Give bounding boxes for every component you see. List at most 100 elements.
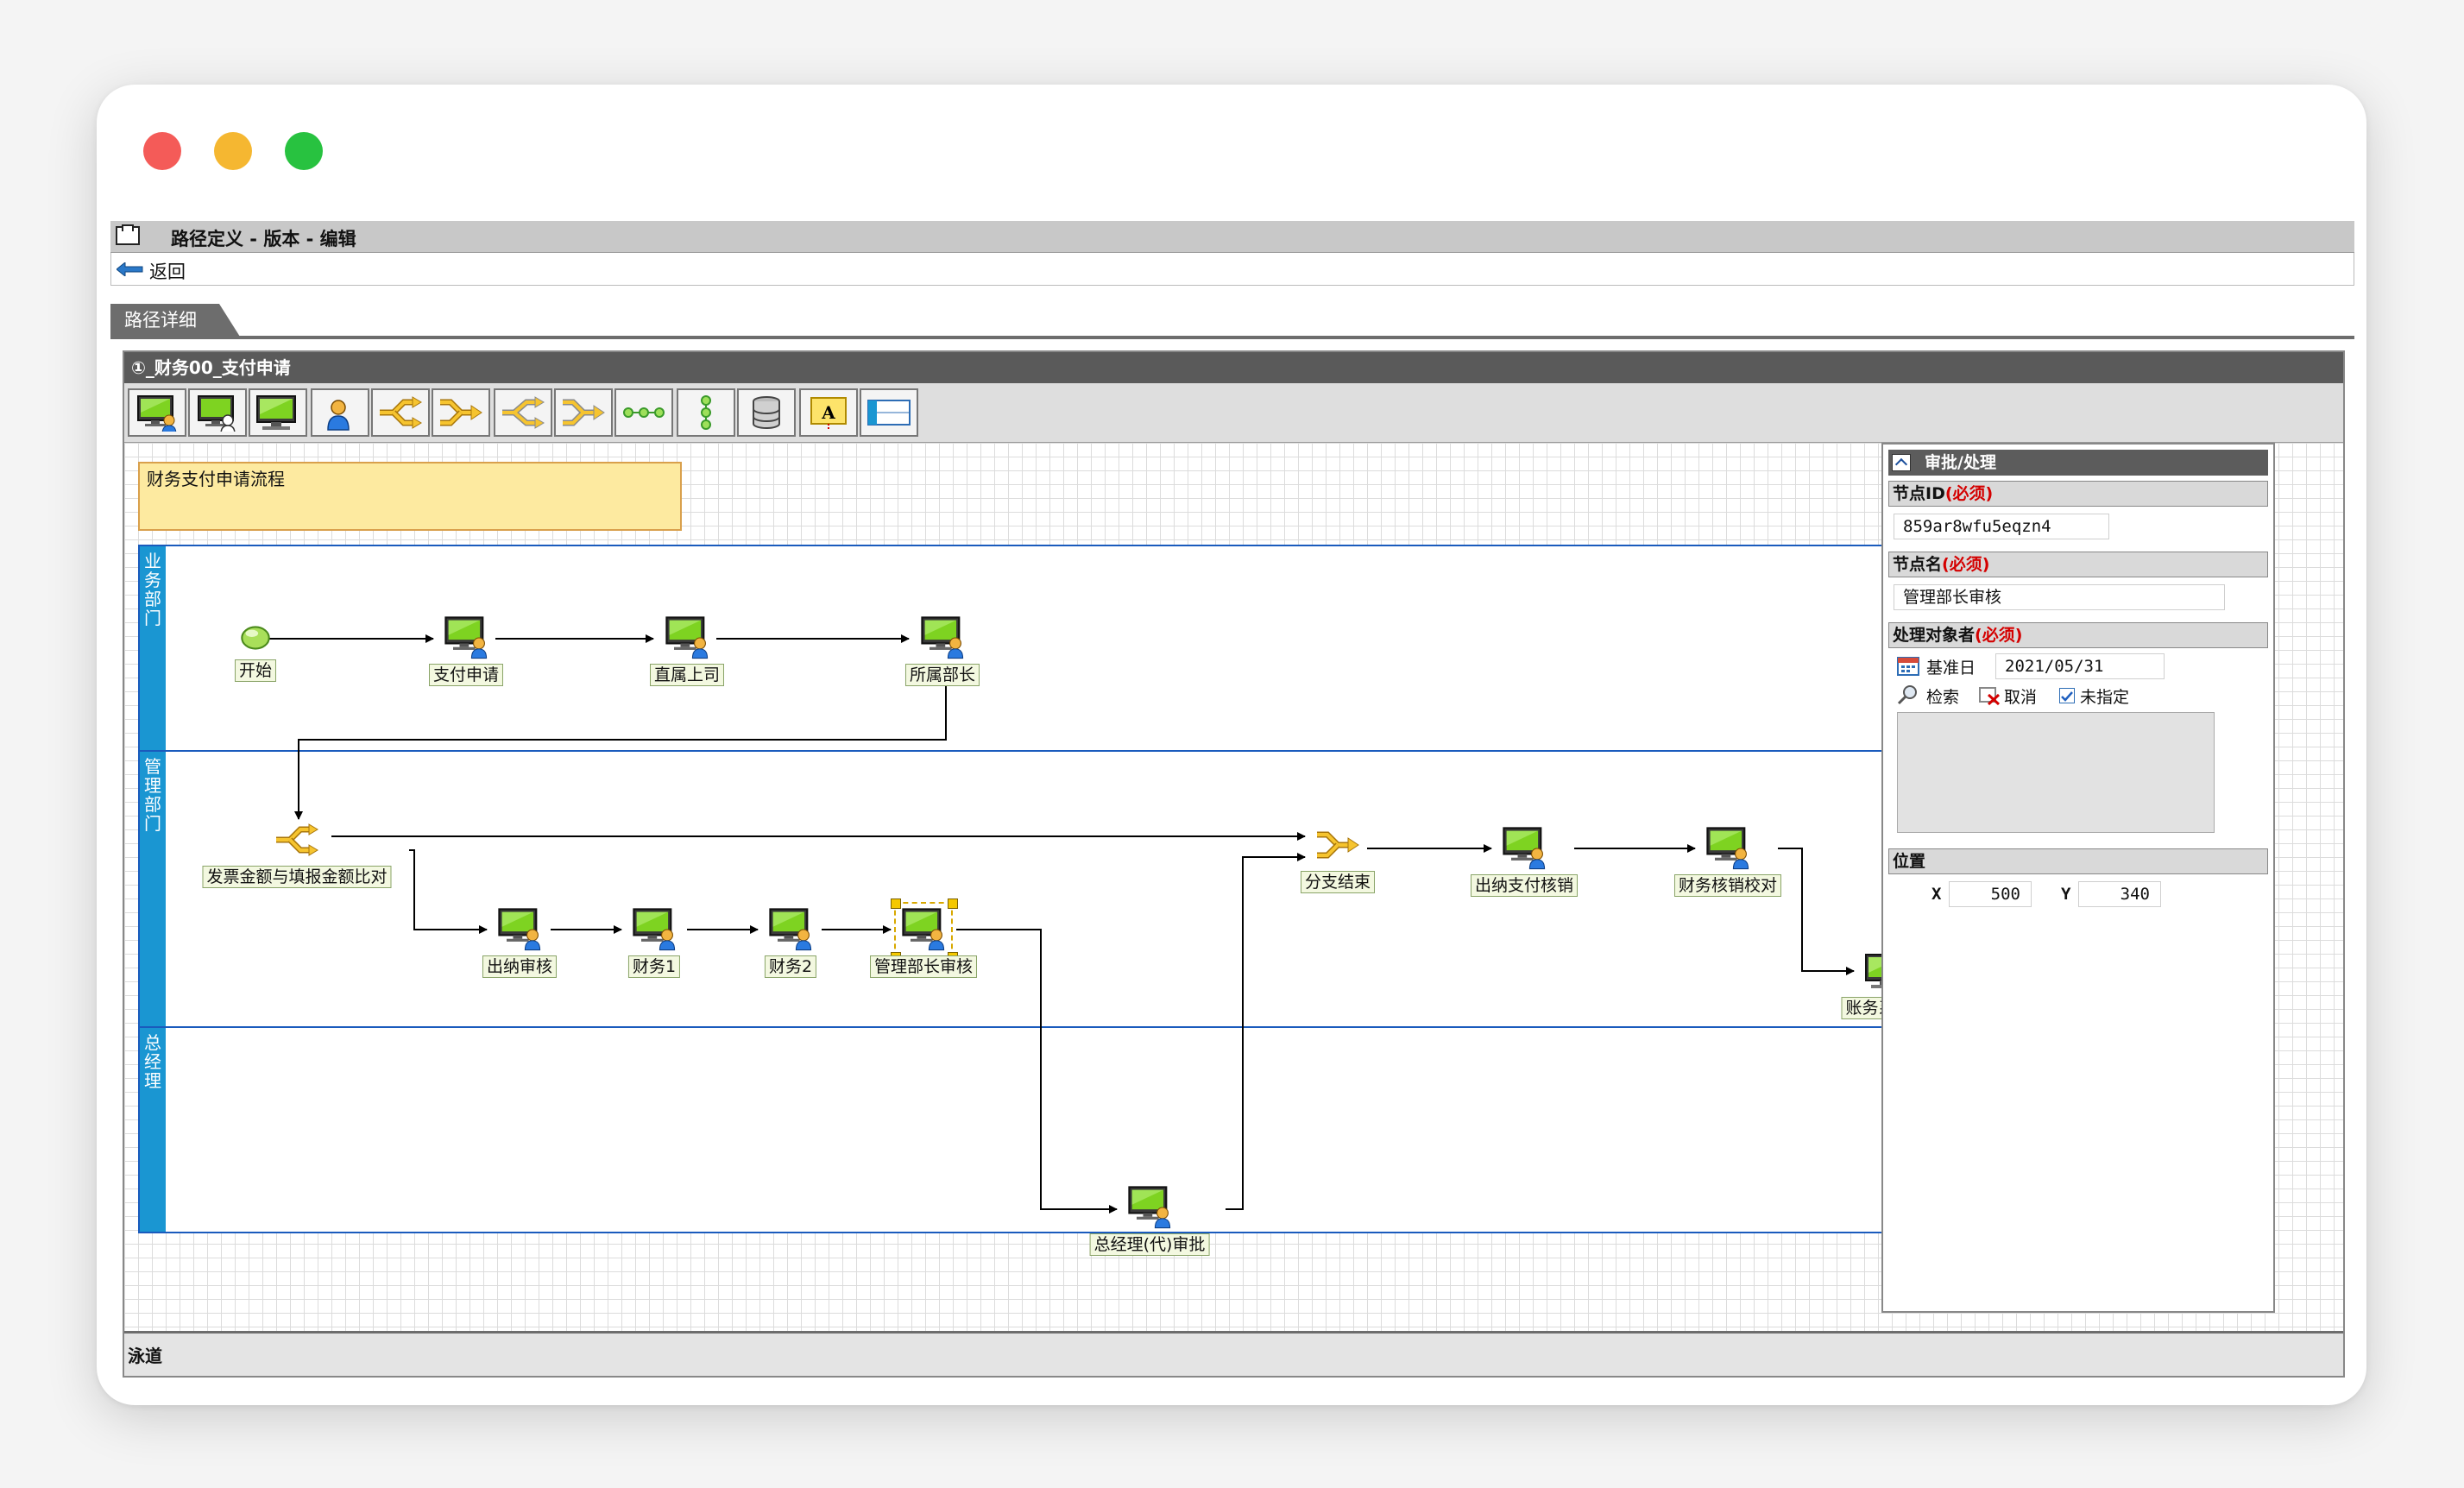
flow-connectors (259, 634, 1855, 1214)
position-section: 位置 (1888, 848, 2268, 874)
handler-list[interactable] (1897, 712, 2215, 833)
close-window-button[interactable] (143, 132, 181, 170)
approval-node-tool[interactable] (128, 388, 186, 437)
properties-panel: 审批/处理 节点ID(必须) 859ar8wfu5eqzn4 节点名(必须) 管… (1881, 443, 2275, 1313)
user-icon (327, 400, 350, 431)
branch-start-tool[interactable] (371, 388, 430, 437)
branch-split-icon (380, 396, 422, 429)
connector (1778, 848, 1855, 975)
flow-node-compare[interactable] (269, 821, 325, 864)
database-tool[interactable] (737, 388, 796, 437)
system-node-tool[interactable] (249, 388, 307, 437)
clipboard-icon (116, 224, 140, 245)
lane-tool[interactable] (860, 388, 918, 437)
branch-split-icon (276, 823, 318, 856)
node-id-section: 节点ID(必须) (1888, 481, 2268, 507)
user-node-tool[interactable] (311, 388, 369, 437)
parallel-merge-icon (563, 399, 605, 426)
back-link[interactable]: 返回 (149, 258, 186, 284)
node-name-field[interactable]: 管理部长审核 (1894, 584, 2225, 610)
unassigned-checkbox[interactable] (2059, 688, 2075, 703)
flow-node-deptmgr[interactable] (917, 614, 968, 662)
connector (294, 669, 947, 820)
calendar-icon[interactable] (1897, 655, 1919, 676)
computer-icon (256, 395, 296, 430)
process-title: ①_财务00_支付申请 (124, 352, 2343, 383)
parallel-start-tool[interactable] (494, 388, 552, 437)
flow-node-label: 管理部长审核 (869, 955, 978, 978)
flow-node-label: 出纳支付核销 (1470, 874, 1579, 897)
flow-node-mgr[interactable] (891, 898, 958, 962)
computer-user-icon (1503, 827, 1546, 870)
computer-user-icon (902, 908, 945, 951)
flow-node-fin2[interactable] (765, 905, 816, 954)
label-tool[interactable]: A (799, 388, 858, 437)
base-date-label: 基准日 (1926, 659, 1976, 678)
node-toolbar: A (124, 383, 2343, 443)
tab-route-detail[interactable]: 路径详细 (110, 304, 240, 337)
back-bar: 返回 (110, 253, 2354, 286)
check-icon (2061, 691, 2073, 702)
computer-user-icon (769, 908, 812, 951)
selection-handle[interactable] (948, 898, 958, 909)
collapse-icon[interactable] (1892, 454, 1911, 471)
flow-node-start[interactable] (231, 618, 280, 658)
node-id-field[interactable]: 859ar8wfu5eqzn4 (1894, 514, 2109, 539)
flow-node-label: 所属部长 (904, 664, 980, 686)
flow-node-label: 分支结束 (1300, 871, 1376, 893)
selection-handle[interactable] (891, 898, 901, 909)
base-date-field[interactable]: 2021/05/31 (1995, 653, 2165, 679)
process-panel: ①_财务00_支付申请 A 财务支付申请流程 业务部门 管理部门 总经理 开始 … (123, 350, 2345, 1378)
flow-node-label: 财务1 (627, 955, 681, 978)
start-icon (241, 626, 270, 650)
lane-status-label: 泳道 (128, 1346, 162, 1366)
horizontal-layout-tool[interactable] (614, 388, 673, 437)
branch-end-tool[interactable] (432, 388, 490, 437)
flow-node-label: 直属上司 (649, 664, 725, 686)
database-icon (753, 396, 780, 429)
computer-user-icon (1706, 827, 1749, 870)
connector (956, 929, 1118, 1214)
y-field[interactable]: 340 (2078, 881, 2161, 907)
branch-merge-icon (1317, 831, 1359, 859)
flow-node-verify[interactable] (1702, 824, 1754, 873)
y-label: Y (2061, 885, 2071, 904)
computer-user-icon (633, 908, 676, 951)
flow-node-pay[interactable] (1498, 824, 1550, 873)
flow-node-merge[interactable] (1310, 826, 1365, 869)
maximize-window-button[interactable] (285, 132, 323, 170)
flow-node-label: 发票金额与填报金额比对 (202, 866, 392, 888)
cancel-icon[interactable] (1978, 684, 2001, 705)
search-link[interactable]: 检索 (1926, 684, 1959, 708)
x-field[interactable]: 500 (1949, 881, 2032, 907)
x-label: X (1931, 885, 1942, 904)
screen-titlebar: 路径定义 - 版本 - 编辑 (110, 221, 2354, 253)
flow-node-cashier[interactable] (494, 905, 545, 954)
flow-node-label: 开始 (234, 659, 277, 682)
computer-user-icon (921, 616, 964, 659)
connector (409, 849, 488, 934)
vertical-layout-tool[interactable] (677, 388, 735, 437)
flow-node-label: 支付申请 (428, 664, 504, 686)
flow-node-label: 总经理(代)审批 (1089, 1233, 1210, 1256)
parallel-end-tool[interactable] (554, 388, 613, 437)
cancel-link[interactable]: 取消 (2004, 684, 2037, 708)
flow-node-boss[interactable] (661, 614, 713, 662)
horizontal-chain-icon (623, 407, 665, 418)
computer-user-icon (137, 395, 177, 432)
flow-node-gm[interactable] (1124, 1183, 1175, 1232)
search-icon[interactable] (1897, 684, 1919, 705)
app-window: 路径定义 - 版本 - 编辑 返回 路径详细 ①_财务00_支付申请 A 财务支… (97, 85, 2366, 1405)
flow-node-apply[interactable] (440, 614, 492, 662)
tab-underline (110, 336, 2354, 339)
minimize-window-button[interactable] (214, 132, 252, 170)
vertical-chain-icon (701, 395, 711, 430)
flow-node-label: 财务核销校对 (1673, 874, 1782, 897)
back-arrow-icon[interactable] (117, 262, 144, 276)
computer-user-outline-icon (198, 395, 236, 432)
flow-node-fin1[interactable] (628, 905, 680, 954)
circulation-node-tool[interactable] (188, 388, 247, 437)
branch-merge-icon (440, 399, 482, 426)
computer-user-icon (498, 908, 541, 951)
handler-section: 处理对象者(必须) (1888, 622, 2268, 648)
